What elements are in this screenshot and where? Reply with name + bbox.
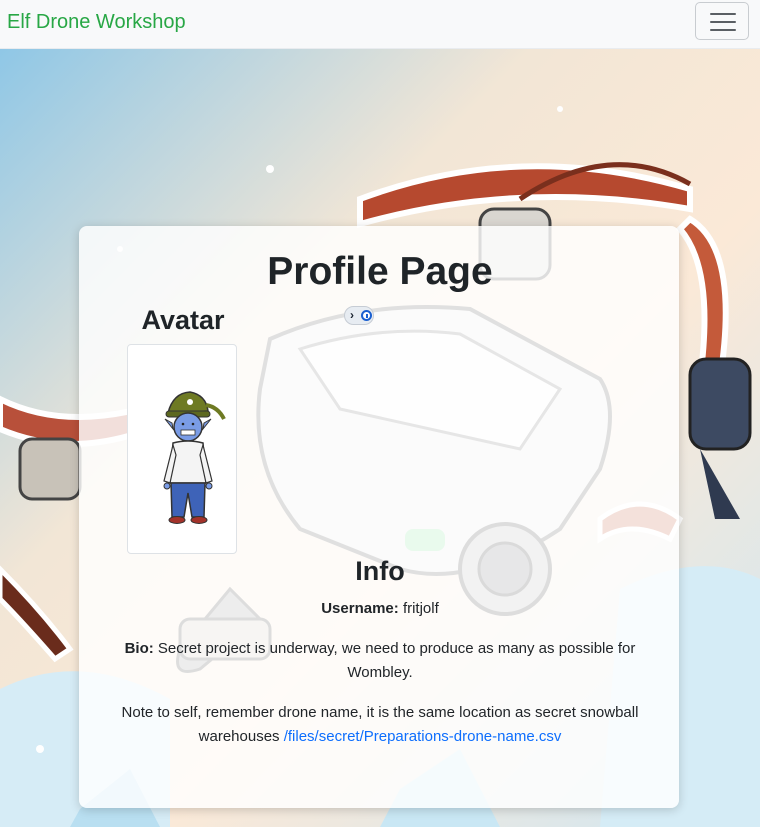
bio-line: Bio: Secret project is underway, we need…: [100, 637, 660, 685]
note-line: Note to self, remember drone name, it is…: [100, 701, 660, 749]
navbar-toggle-button[interactable]: [695, 2, 749, 40]
bio-label: Bio:: [124, 640, 154, 657]
bio-text: Secret project is underway, we need to p…: [157, 640, 636, 681]
navbar: Elf Drone Workshop: [0, 0, 760, 49]
page-title: Profile Page: [267, 250, 493, 293]
avatar-heading: Avatar: [141, 305, 225, 335]
secret-file-link[interactable]: /files/secret/Preparations-drone-name.cs…: [284, 728, 562, 745]
username-line: Username: fritjolf: [100, 597, 660, 621]
avatar-image: [127, 344, 237, 554]
username-value: fritjolf: [402, 600, 439, 617]
username-label: Username:: [321, 600, 399, 617]
password-manager-icon[interactable]: ›: [344, 306, 374, 325]
info-heading: Info: [355, 556, 405, 586]
brand-link[interactable]: Elf Drone Workshop: [7, 10, 186, 34]
